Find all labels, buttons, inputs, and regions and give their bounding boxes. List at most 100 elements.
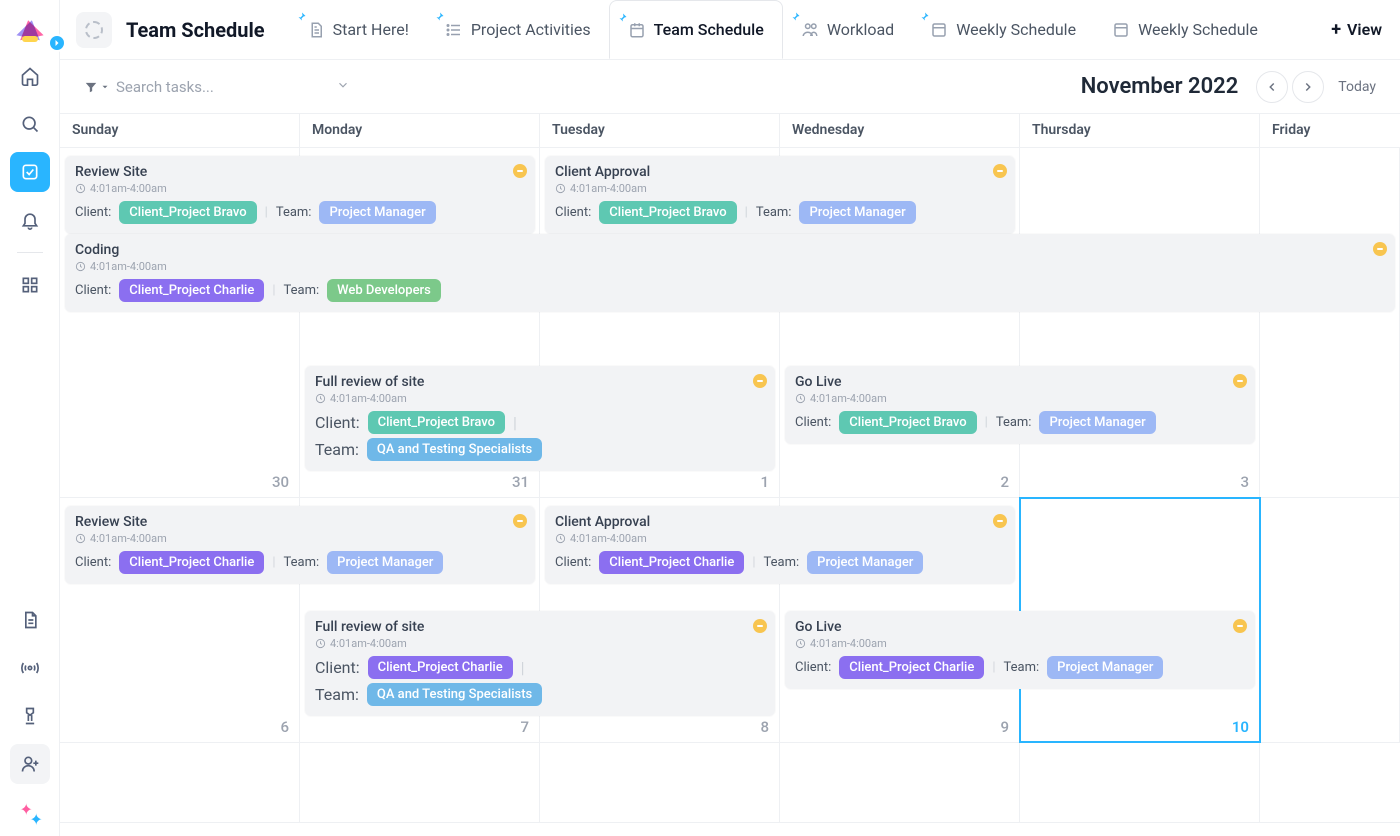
event-card[interactable]: Go Live4:01am-4:00amClient:Client_Projec… <box>785 611 1255 689</box>
team-label: Team: <box>315 440 359 459</box>
client-chip[interactable]: Client_Project Bravo <box>368 411 505 434</box>
client-chip[interactable]: Client_Project Charlie <box>119 279 264 302</box>
team-chip[interactable]: QA and Testing Specialists <box>367 438 542 461</box>
event-card[interactable]: Go Live4:01am-4:00amClient:Client_Projec… <box>785 366 1255 444</box>
event-time: 4:01am-4:00am <box>555 182 1005 195</box>
divider: | <box>272 555 275 570</box>
day-cell[interactable] <box>1020 743 1260 822</box>
client-chip[interactable]: Client_Project Charlie <box>599 551 744 574</box>
event-time: 4:01am-4:00am <box>75 182 525 195</box>
day-cell[interactable] <box>1260 148 1400 497</box>
tab-label: Team Schedule <box>654 20 764 39</box>
ai-icon[interactable]: ✦✦ <box>10 792 50 832</box>
day-header: Tuesday <box>540 114 780 147</box>
team-chip[interactable]: Project Manager <box>1047 656 1163 679</box>
docs-icon[interactable] <box>10 600 50 640</box>
client-chip[interactable]: Client_Project Charlie <box>368 656 513 679</box>
day-header: Sunday <box>60 114 300 147</box>
tab-label: Workload <box>827 20 894 39</box>
tasks-icon[interactable] <box>10 152 50 192</box>
page-chip[interactable] <box>76 12 112 48</box>
calendar: SundayMondayTuesdayWednesdayThursdayFrid… <box>60 114 1400 836</box>
team-label: Team: <box>276 205 312 220</box>
add-user-icon[interactable] <box>10 744 50 784</box>
collapse-sidebar-button[interactable] <box>48 34 66 52</box>
home-icon[interactable] <box>10 56 50 96</box>
client-chip[interactable]: Client_Project Bravo <box>599 201 736 224</box>
day-header: Thursday <box>1020 114 1260 147</box>
tab-start-here-[interactable]: Start Here! <box>289 0 427 59</box>
client-chip[interactable]: Client_Project Bravo <box>839 411 976 434</box>
divider: | <box>521 658 525 677</box>
team-chip[interactable]: Project Manager <box>807 551 923 574</box>
team-chip[interactable]: QA and Testing Specialists <box>367 683 542 706</box>
day-cell[interactable]: 3 <box>1020 148 1260 497</box>
month-label: November 2022 <box>1081 74 1239 99</box>
event-title: Full review of site <box>315 374 765 390</box>
add-view-button[interactable]: + View <box>1313 19 1400 40</box>
status-dot-icon <box>1233 374 1247 388</box>
day-number: 8 <box>760 718 769 736</box>
team-chip[interactable]: Web Developers <box>327 279 441 302</box>
event-card[interactable]: Client Approval4:01am-4:00amClient:Clien… <box>545 156 1015 234</box>
event-card[interactable]: Full review of site4:01am-4:00amClient:C… <box>305 611 775 716</box>
prev-month-button[interactable] <box>1256 71 1288 103</box>
search-icon[interactable] <box>10 104 50 144</box>
event-card[interactable]: Full review of site4:01am-4:00amClient:C… <box>305 366 775 471</box>
team-chip[interactable]: Project Manager <box>1039 411 1155 434</box>
status-dot-icon <box>993 514 1007 528</box>
tab-weekly-schedule[interactable]: Weekly Schedule <box>912 0 1094 59</box>
tab-team-schedule[interactable]: Team Schedule <box>609 0 783 59</box>
filter-row: November 2022 Today <box>60 60 1400 114</box>
client-chip[interactable]: Client_Project Bravo <box>119 201 256 224</box>
client-chip[interactable]: Client_Project Charlie <box>119 551 264 574</box>
collapse-chevron-icon[interactable] <box>336 77 350 96</box>
calendar-box-icon <box>1112 21 1130 39</box>
tab-workload[interactable]: Workload <box>783 0 912 59</box>
event-time: 4:01am-4:00am <box>555 532 1005 545</box>
day-cell[interactable] <box>780 743 1020 822</box>
tab-project-activities[interactable]: Project Activities <box>427 0 609 59</box>
day-header: Monday <box>300 114 540 147</box>
day-cell[interactable] <box>300 743 540 822</box>
event-card[interactable]: Review Site4:01am-4:00amClient:Client_Pr… <box>65 156 535 234</box>
status-dot-icon <box>993 164 1007 178</box>
divider <box>17 252 43 253</box>
tab-weekly-schedule[interactable]: Weekly Schedule <box>1094 0 1276 59</box>
search-input[interactable] <box>116 78 316 96</box>
team-chip[interactable]: Project Manager <box>319 201 435 224</box>
team-chip[interactable]: Project Manager <box>327 551 443 574</box>
team-label: Team: <box>996 415 1032 430</box>
day-cell[interactable] <box>540 743 780 822</box>
pin-icon <box>295 8 307 27</box>
logo[interactable] <box>12 10 48 46</box>
day-number: 6 <box>280 718 289 736</box>
filter-icon[interactable] <box>84 80 110 94</box>
tab-label: Weekly Schedule <box>1138 20 1258 39</box>
status-dot-icon <box>513 164 527 178</box>
header: Team Schedule Start Here!Project Activit… <box>60 0 1400 60</box>
doc-icon <box>307 21 325 39</box>
list-icon <box>445 21 463 39</box>
divider: | <box>752 555 755 570</box>
team-label: Team: <box>756 205 792 220</box>
today-button[interactable]: Today <box>1338 79 1376 95</box>
day-cell[interactable] <box>60 743 300 822</box>
event-card[interactable]: Review Site4:01am-4:00amClient:Client_Pr… <box>65 506 535 584</box>
event-card[interactable]: Client Approval4:01am-4:00amClient:Clien… <box>545 506 1015 584</box>
notifications-icon[interactable] <box>10 200 50 240</box>
event-time: 4:01am-4:00am <box>315 637 765 650</box>
team-chip[interactable]: Project Manager <box>799 201 915 224</box>
day-cell[interactable] <box>1260 743 1400 822</box>
broadcast-icon[interactable] <box>10 648 50 688</box>
day-headers: SundayMondayTuesdayWednesdayThursdayFrid… <box>60 114 1400 148</box>
apps-icon[interactable] <box>10 265 50 305</box>
day-cell[interactable] <box>1260 498 1400 742</box>
event-card[interactable]: Coding4:01am-4:00amClient:Client_Project… <box>65 234 1395 312</box>
client-label: Client: <box>315 413 360 432</box>
divider: | <box>513 413 517 432</box>
client-chip[interactable]: Client_Project Charlie <box>839 656 984 679</box>
divider: | <box>272 283 275 298</box>
next-month-button[interactable] <box>1292 71 1324 103</box>
goals-icon[interactable] <box>10 696 50 736</box>
